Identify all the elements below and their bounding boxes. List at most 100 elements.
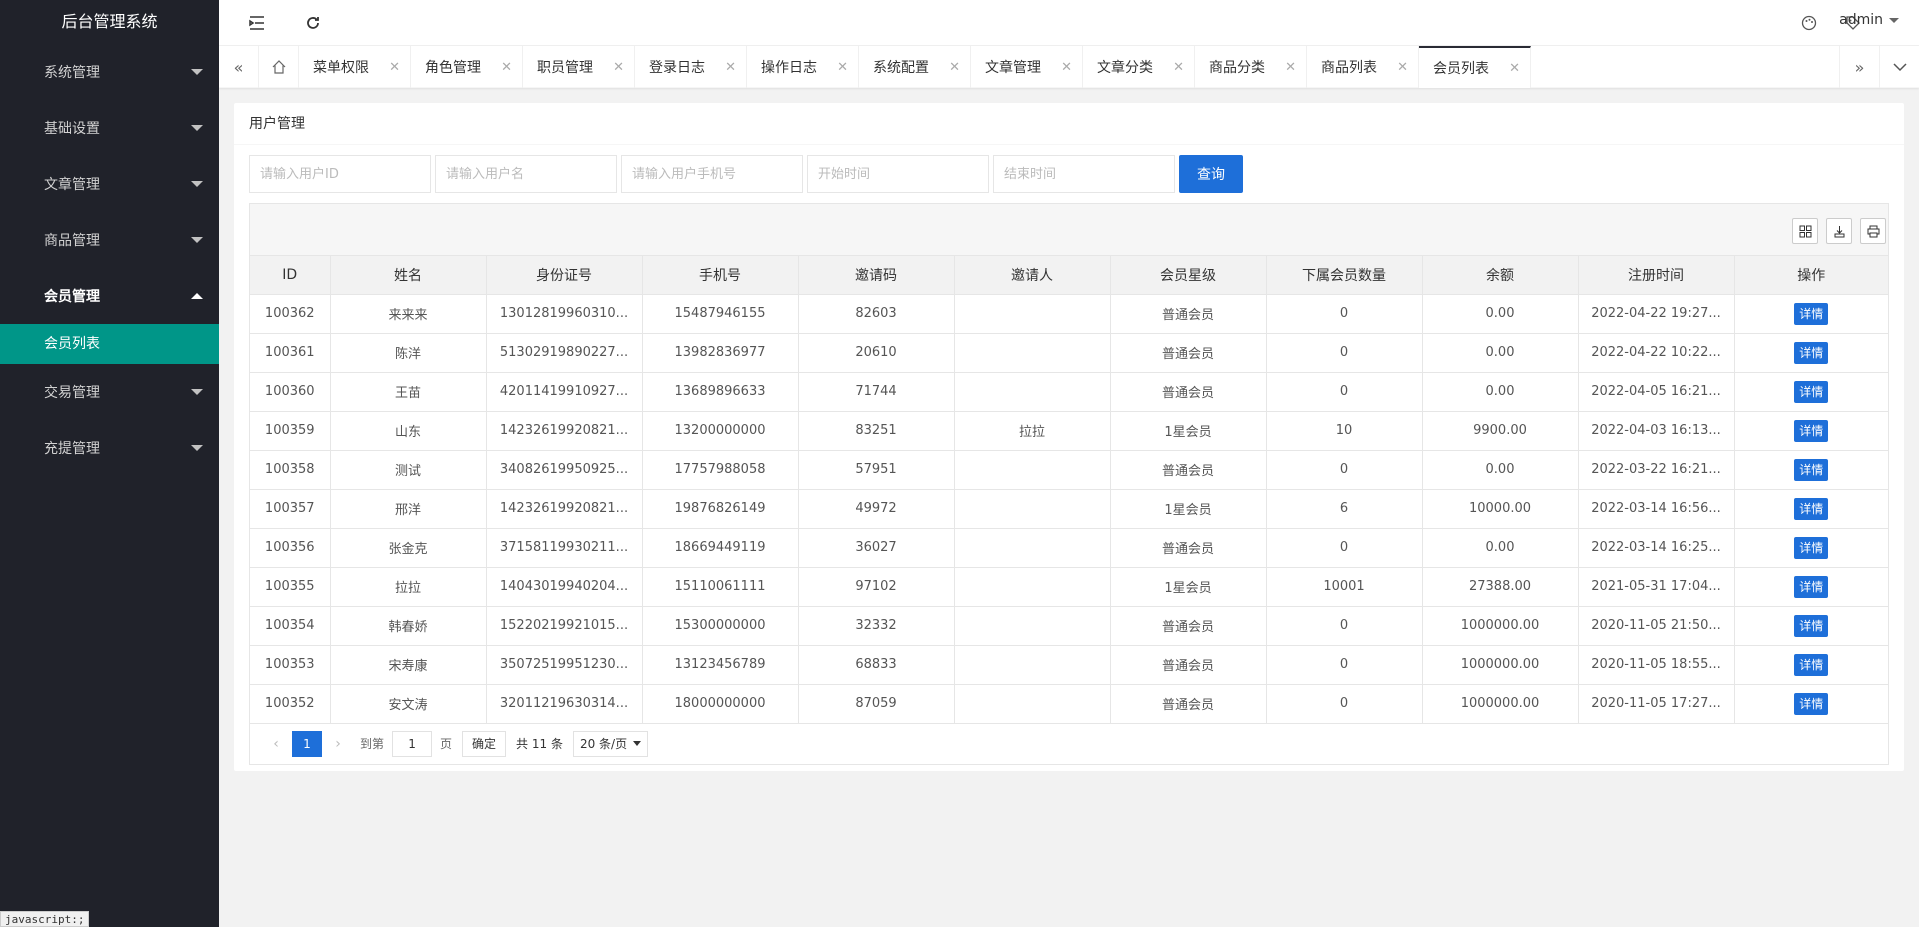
tabs-scroll-right-icon[interactable]: » <box>1839 46 1879 88</box>
user-id-input[interactable] <box>249 155 431 193</box>
sidebar-item-members[interactable]: 会员管理 <box>0 268 219 324</box>
sidebar-item-deposit-withdraw[interactable]: 充提管理 <box>0 420 219 476</box>
tab-product-category[interactable]: 商品分类 ✕ <box>1195 46 1307 88</box>
tab-label: 商品分类 <box>1209 60 1265 76</box>
table-cell-actions: 详情 <box>1734 450 1888 490</box>
detail-button[interactable]: 详情 <box>1794 614 1829 637</box>
detail-button[interactable]: 详情 <box>1794 341 1829 364</box>
column-header[interactable]: 姓名 <box>330 256 487 295</box>
detail-button[interactable]: 详情 <box>1794 302 1829 325</box>
close-icon[interactable]: ✕ <box>837 60 848 75</box>
detail-button[interactable]: 详情 <box>1794 692 1829 715</box>
detail-button[interactable]: 详情 <box>1794 419 1829 442</box>
close-icon[interactable]: ✕ <box>501 60 512 75</box>
current-page[interactable]: 1 <box>292 730 322 757</box>
table-cell: 57951 <box>798 450 955 490</box>
theme-palette-icon[interactable] <box>1799 13 1819 33</box>
page-size-select[interactable]: 20 条/页 <box>572 730 649 757</box>
caret-down-icon <box>191 125 203 131</box>
prev-page-icon[interactable]: ‹ <box>264 736 288 752</box>
table-cell: 普通会员 <box>1110 528 1267 568</box>
close-icon[interactable]: ✕ <box>949 60 960 75</box>
column-header[interactable]: 下属会员数量 <box>1266 256 1423 295</box>
column-header: 操作 <box>1734 256 1888 295</box>
tab-system-config[interactable]: 系统配置 ✕ <box>859 46 971 88</box>
sidebar-item-transactions[interactable]: 交易管理 <box>0 364 219 420</box>
user-menu[interactable]: admin <box>1839 12 1899 28</box>
table-cell: 张金克 <box>330 528 487 568</box>
close-icon[interactable]: ✕ <box>613 60 624 75</box>
table-cell: 100357 <box>250 489 331 529</box>
column-header[interactable]: ID <box>250 256 331 295</box>
detail-button[interactable]: 详情 <box>1794 458 1829 481</box>
close-icon[interactable]: ✕ <box>1397 60 1408 75</box>
column-header[interactable]: 会员星级 <box>1110 256 1267 295</box>
columns-filter-icon[interactable] <box>1792 218 1818 244</box>
column-header[interactable]: 手机号 <box>642 256 799 295</box>
column-header[interactable]: 身份证号 <box>486 256 643 295</box>
sidebar-item-basic-settings[interactable]: 基础设置 <box>0 100 219 156</box>
refresh-icon[interactable] <box>303 13 323 33</box>
detail-button[interactable]: 详情 <box>1794 497 1829 520</box>
close-icon[interactable]: ✕ <box>1509 61 1520 76</box>
column-header[interactable]: 邀请人 <box>954 256 1111 295</box>
tab-member-list[interactable]: 会员列表 ✕ <box>1419 46 1531 88</box>
menu-fold-icon[interactable] <box>247 13 267 33</box>
print-icon[interactable] <box>1860 218 1886 244</box>
username-input[interactable] <box>435 155 617 193</box>
home-icon[interactable] <box>259 46 299 88</box>
caret-down-icon <box>1889 17 1899 23</box>
detail-button[interactable]: 详情 <box>1794 380 1829 403</box>
tab-operation-log[interactable]: 操作日志 ✕ <box>747 46 859 88</box>
column-header[interactable]: 余额 <box>1422 256 1579 295</box>
tab-label: 菜单权限 <box>313 60 369 76</box>
close-icon[interactable]: ✕ <box>1285 60 1296 75</box>
end-time-input[interactable] <box>993 155 1175 193</box>
tab-menu-permissions[interactable]: 菜单权限 ✕ <box>299 46 411 88</box>
start-time-input[interactable] <box>807 155 989 193</box>
table-cell: 6 <box>1266 489 1423 529</box>
close-icon[interactable]: ✕ <box>1061 60 1072 75</box>
table-cell: 100355 <box>250 567 331 607</box>
detail-button[interactable]: 详情 <box>1794 536 1829 559</box>
goto-confirm-button[interactable]: 确定 <box>462 730 507 757</box>
close-icon[interactable]: ✕ <box>1173 60 1184 75</box>
app-logo: 后台管理系统 <box>61 12 158 31</box>
table-cell-actions: 详情 <box>1734 294 1888 334</box>
detail-button[interactable]: 详情 <box>1794 653 1829 676</box>
next-page-icon[interactable]: › <box>326 736 350 752</box>
tab-login-log[interactable]: 登录日志 ✕ <box>635 46 747 88</box>
tab-staff-management[interactable]: 职员管理 ✕ <box>523 46 635 88</box>
table-cell: 0 <box>1266 294 1423 334</box>
table-cell: 100362 <box>250 294 331 334</box>
close-icon[interactable]: ✕ <box>389 60 400 75</box>
sidebar-item-products[interactable]: 商品管理 <box>0 212 219 268</box>
sidebar-item-system[interactable]: 系统管理 <box>0 44 219 100</box>
sidebar-subitem-member-list[interactable]: 会员列表 <box>0 324 219 364</box>
tab-role-management[interactable]: 角色管理 ✕ <box>411 46 523 88</box>
caret-down-icon <box>191 389 203 395</box>
sidebar-item-label: 文章管理 <box>44 177 100 193</box>
tab-label: 职员管理 <box>537 60 593 76</box>
query-button[interactable]: 查询 <box>1179 155 1243 193</box>
column-header[interactable]: 邀请码 <box>798 256 955 295</box>
detail-button[interactable]: 详情 <box>1794 575 1829 598</box>
tab-article-management[interactable]: 文章管理 ✕ <box>971 46 1083 88</box>
table-cell: 0 <box>1266 372 1423 412</box>
table-cell: 1星会员 <box>1110 489 1267 529</box>
close-icon[interactable]: ✕ <box>725 60 736 75</box>
goto-page-input[interactable]: 1 <box>392 730 433 757</box>
tab-label: 登录日志 <box>649 60 705 76</box>
column-header[interactable]: 注册时间 <box>1578 256 1735 295</box>
export-icon[interactable] <box>1826 218 1852 244</box>
tab-label: 会员列表 <box>1433 61 1489 77</box>
table-row: 100353 宋寿康 35072519951230... 13123456789 688… <box>250 645 1888 685</box>
sidebar-item-articles[interactable]: 文章管理 <box>0 156 219 212</box>
tab-product-list[interactable]: 商品列表 ✕ <box>1307 46 1419 88</box>
tabs-menu-chevron-down-icon[interactable] <box>1879 46 1919 88</box>
tab-article-category[interactable]: 文章分类 ✕ <box>1083 46 1195 88</box>
caret-down-icon <box>633 741 642 746</box>
phone-input[interactable] <box>621 155 803 193</box>
table-row: 100356 张金克 37158119930211... 18669449119 360… <box>250 528 1888 568</box>
tabs-scroll-left-icon[interactable]: « <box>219 46 259 88</box>
